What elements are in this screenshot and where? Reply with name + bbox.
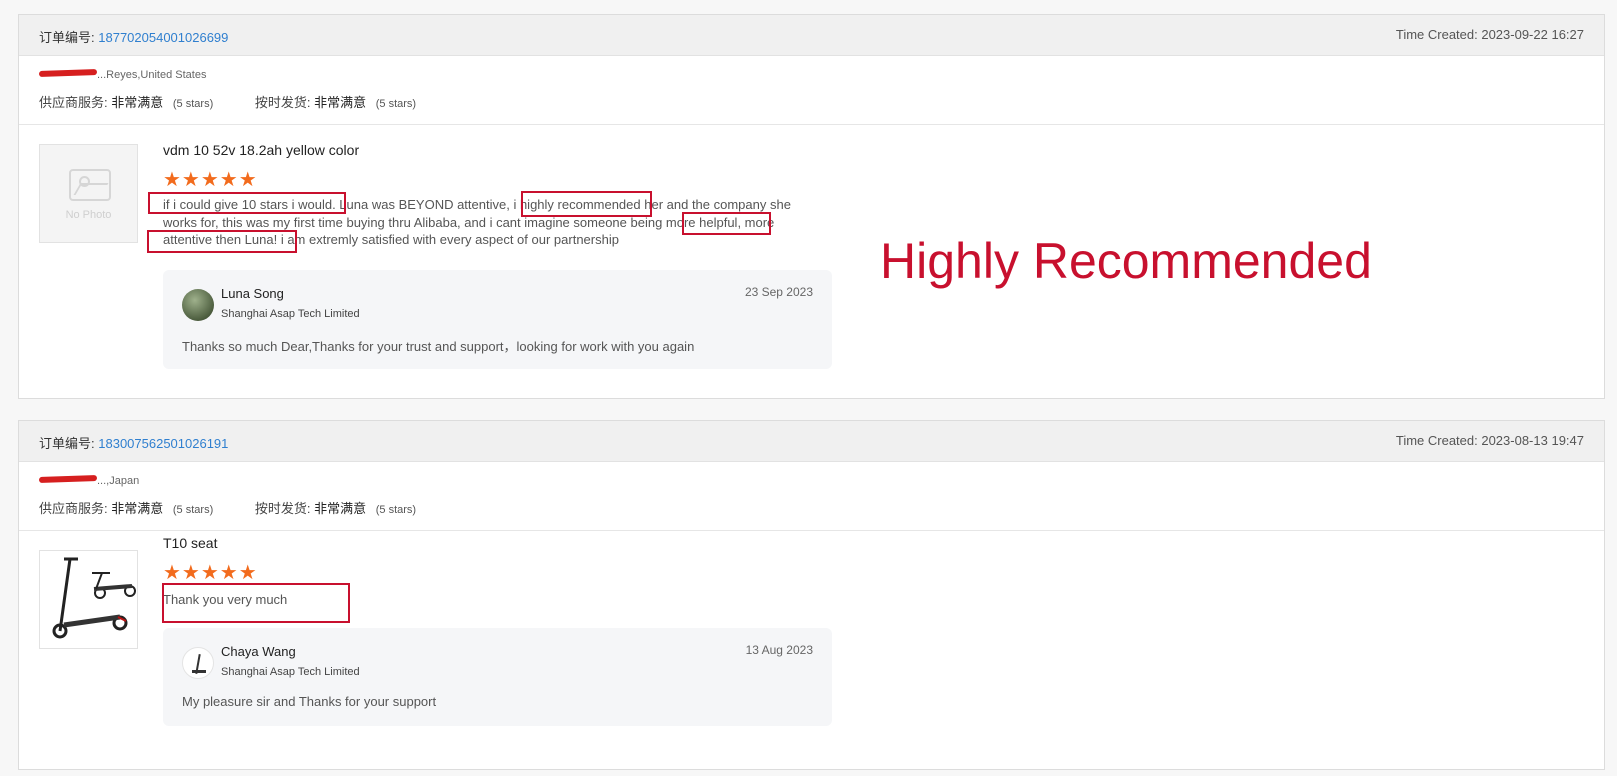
supplier-service-label: 供应商服务: — [39, 95, 108, 110]
avatar — [182, 289, 214, 321]
highly-recommended-callout: Highly Recommended — [880, 233, 1372, 289]
highlight-box — [147, 230, 297, 253]
avatar — [182, 647, 214, 679]
on-time-label: 按时发货: — [254, 501, 311, 516]
supplier-service-value: 非常满意 — [111, 95, 164, 110]
order-card: 订单编号: 187702054001026699 Time Created: 2… — [18, 14, 1605, 399]
order-number-row: 订单编号: 187702054001026699 — [39, 27, 228, 46]
order-number-row: 订单编号: 183007562501026191 — [39, 433, 228, 452]
time-created: Time Created: 2023-08-13 19:47 — [1395, 433, 1584, 448]
reply-text: My pleasure sir and Thanks for your supp… — [182, 694, 437, 709]
on-time-value: 非常满意 — [314, 501, 367, 516]
highlight-box — [521, 191, 652, 217]
order-number-label: 订单编号: — [39, 30, 95, 45]
supplier-service-stars: (5 stars) — [172, 98, 214, 110]
redaction-mark — [38, 474, 98, 484]
product-title[interactable]: vdm 10 52v 18.2ah yellow color — [163, 142, 359, 158]
product-thumbnail[interactable]: No Photo — [39, 144, 138, 243]
ratings-row: 供应商服务: 非常满意 (5 stars) 按时发货: 非常满意 (5 star… — [39, 92, 416, 111]
order-card: 订单编号: 183007562501026191 Time Created: 2… — [18, 420, 1605, 770]
reply-company: Shanghai Asap Tech Limited — [221, 308, 360, 320]
time-created: Time Created: 2023-09-22 16:27 — [1395, 27, 1584, 42]
reply-date: 13 Aug 2023 — [745, 643, 813, 657]
on-time-stars: (5 stars) — [375, 98, 417, 110]
product-thumbnail[interactable] — [39, 550, 138, 649]
supplier-reply: Luna Song Shanghai Asap Tech Limited 23 … — [163, 270, 832, 369]
image-placeholder-icon — [69, 169, 111, 201]
order-header: 订单编号: 183007562501026191 Time Created: 2… — [19, 421, 1604, 462]
buyer-location: ...,Japan — [38, 474, 139, 487]
ratings-row: 供应商服务: 非常满意 (5 stars) 按时发货: 非常满意 (5 star… — [39, 498, 416, 517]
star-rating: ★★★★★ — [163, 169, 258, 191]
divider — [19, 530, 1604, 531]
reply-date: 23 Sep 2023 — [744, 285, 813, 299]
highlight-box — [162, 583, 350, 623]
highlight-box — [148, 192, 346, 214]
order-number-link[interactable]: 183007562501026191 — [98, 436, 228, 451]
on-time-stars: (5 stars) — [375, 504, 417, 516]
reply-author-name: Luna Song — [221, 286, 284, 301]
supplier-service-stars: (5 stars) — [172, 504, 214, 516]
reply-author-name: Chaya Wang — [221, 644, 296, 659]
scooter-image — [52, 557, 136, 639]
no-photo-label: No Photo — [65, 209, 112, 221]
supplier-service-label: 供应商服务: — [39, 501, 108, 516]
reply-text: Thanks so much Dear,Thanks for your trus… — [182, 339, 695, 354]
highlight-box — [682, 212, 771, 235]
supplier-service-value: 非常满意 — [111, 501, 164, 516]
reply-company: Shanghai Asap Tech Limited — [221, 666, 360, 678]
buyer-location: ...Reyes,United States — [38, 68, 206, 81]
on-time-value: 非常满意 — [314, 95, 367, 110]
order-number-link[interactable]: 187702054001026699 — [98, 30, 228, 45]
order-header: 订单编号: 187702054001026699 Time Created: 2… — [19, 15, 1604, 56]
supplier-reply: Chaya Wang Shanghai Asap Tech Limited 13… — [163, 628, 832, 726]
divider — [19, 124, 1604, 125]
order-number-label: 订单编号: — [39, 436, 95, 451]
star-rating: ★★★★★ — [163, 562, 258, 584]
on-time-label: 按时发货: — [254, 95, 311, 110]
product-title[interactable]: T10 seat — [163, 535, 217, 551]
redaction-mark — [38, 68, 98, 78]
